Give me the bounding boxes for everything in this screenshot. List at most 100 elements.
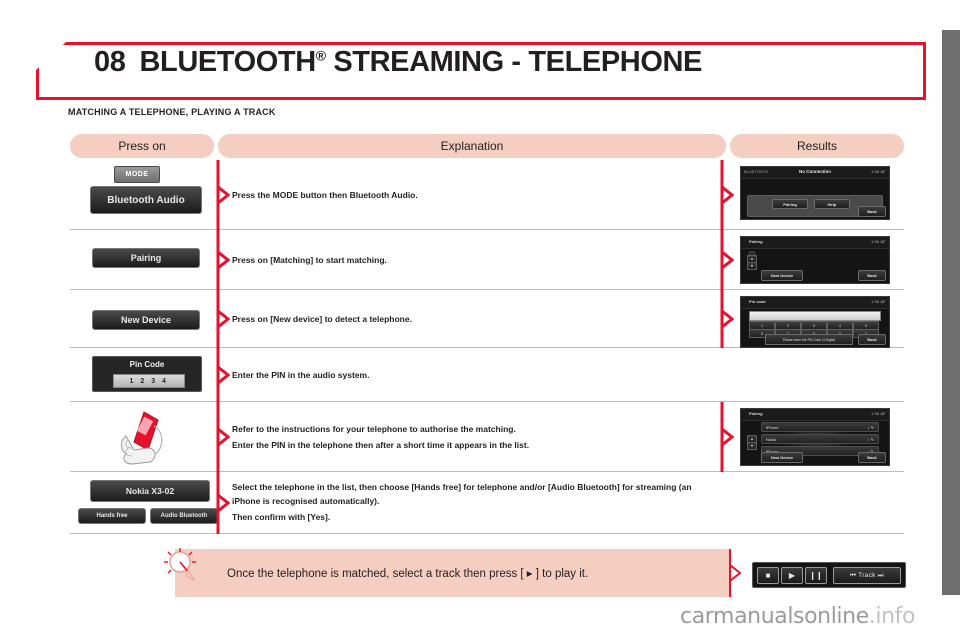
stop-icon[interactable]: ■	[757, 567, 779, 584]
scroll-down-icon[interactable]: ▼	[747, 262, 757, 270]
pin-code-hint: Please enter the Pin Code (4 Digits)	[765, 334, 853, 345]
results-cell: Pairing 1:35 18° iPhone ♪ ✎ Nokia ♪ ✎ iP…	[730, 402, 904, 471]
page-edge-rail	[942, 30, 960, 595]
screen-new-device-button[interactable]: New Device	[761, 270, 803, 281]
press-on-cell	[70, 402, 218, 471]
screen-clock: 1:35 18°	[871, 169, 886, 174]
device-action-icons[interactable]: ♪ ✎	[868, 437, 874, 442]
screen-pairing-button[interactable]: Pairing	[772, 199, 808, 209]
screen-status-bar: BLUETOOTH No Connection 1:35 18°	[741, 167, 889, 179]
result-screen: BLUETOOTH No Connection 1:35 18° Pairing…	[740, 166, 890, 220]
screen-back-button[interactable]: Back	[858, 206, 886, 217]
lightbulb-icon	[160, 546, 202, 584]
screen-clock: 1:35 18°	[871, 411, 886, 416]
tip-note: Once the telephone is matched, select a …	[175, 549, 730, 597]
registered-icon: ®	[315, 47, 326, 64]
results-cell	[730, 348, 904, 401]
screen-status-bar: Pairing 1:35 18°	[741, 237, 889, 249]
manual-page: 08 BLUETOOTH® STREAMING - TELEPHONE MATCH…	[0, 0, 942, 640]
screen-title: Pin code	[749, 299, 766, 304]
results-cell: Pairing 1:35 18° ▲ ▼ New Device Back	[730, 230, 904, 289]
screen-title: Pairing	[749, 239, 763, 244]
explanation-text-line2: Enter the PIN in the telephone then afte…	[232, 440, 530, 450]
page-title: 08 BLUETOOTH® STREAMING - TELEPHONE	[94, 46, 702, 79]
procedure-table: MODE Bluetooth Audio Press the MODE butt…	[70, 160, 904, 534]
press-on-cell: New Device	[70, 290, 218, 347]
table-row: Nokia X3-02 Hands free Audio Bluetooth S…	[70, 472, 904, 534]
screen-help-button[interactable]: Help	[814, 199, 850, 209]
explanation-cell: Press on [New device] to detect a teleph…	[218, 290, 730, 347]
column-header-press-on: Press on	[70, 134, 214, 158]
result-screen: Pairing 1:35 18° iPhone ♪ ✎ Nokia ♪ ✎ iP…	[740, 408, 890, 466]
explanation-text-line2: Then confirm with [Yes].	[232, 512, 331, 522]
page-header: 08 BLUETOOTH® STREAMING - TELEPHONE	[36, 42, 926, 100]
screen-clock: 1:35 18°	[871, 239, 886, 244]
explanation-text: Press the MODE button then Bluetooth Aud…	[232, 189, 418, 200]
table-row: MODE Bluetooth Audio Press the MODE butt…	[70, 160, 904, 230]
pause-icon[interactable]: ❙❙	[805, 567, 827, 584]
device-button-nokia[interactable]: Nokia X3-02	[90, 480, 210, 502]
results-cell: Pin code 1:35 18° 1 2 3 4 5 6 7 8 9 0 Pl…	[730, 290, 904, 348]
device-list-item[interactable]: iPhone ♪ ✎	[761, 422, 879, 432]
explanation-cell: Press the MODE button then Bluetooth Aud…	[218, 160, 730, 229]
pairing-button[interactable]: Pairing	[92, 248, 200, 268]
press-on-cell: Pin Code 1 2 3 4	[70, 348, 218, 401]
title-main: BLUETOOTH	[139, 46, 316, 78]
bluetooth-audio-button[interactable]: Bluetooth Audio	[90, 186, 202, 214]
column-header-results: Results	[730, 134, 904, 158]
press-on-cell: MODE Bluetooth Audio	[70, 160, 218, 229]
table-row: Refer to the instructions for your telep…	[70, 402, 904, 472]
audio-bluetooth-button[interactable]: Audio Bluetooth	[150, 508, 218, 524]
table-row: Pin Code 1 2 3 4 Enter the PIN in the au…	[70, 348, 904, 402]
device-name: iPhone	[766, 424, 779, 430]
result-screen: Pin code 1:35 18° 1 2 3 4 5 6 7 8 9 0 Pl…	[740, 296, 890, 348]
device-action-icons[interactable]: ♪ ✎	[868, 425, 874, 430]
watermark-suffix: .info	[868, 604, 916, 629]
new-device-button[interactable]: New Device	[92, 310, 200, 330]
hand-holding-phone-icon	[114, 406, 174, 468]
play-icon[interactable]: ▶	[781, 567, 803, 584]
explanation-cell: Press on [Matching] to start matching.	[218, 230, 730, 289]
track-selector[interactable]: ⏮ Track ⏭	[833, 567, 901, 584]
table-row: New Device Press on [New device] to dete…	[70, 290, 904, 348]
title-rest: STREAMING - TELEPHONE	[325, 46, 702, 78]
chevron-right-icon	[728, 549, 742, 597]
press-on-cell: Nokia X3-02 Hands free Audio Bluetooth	[70, 472, 218, 533]
device-list-item[interactable]: Nokia ♪ ✎	[761, 434, 879, 444]
scroll-down-icon[interactable]: ▼	[747, 442, 757, 450]
tip-note-text: Once the telephone is matched, select a …	[227, 568, 589, 580]
watermark: carmanualsonline.info	[680, 604, 915, 629]
section-subtitle: MATCHING A TELEPHONE, PLAYING A TRACK	[68, 107, 276, 117]
chapter-number: 08	[94, 46, 126, 78]
result-screen: Pairing 1:35 18° ▲ ▼ New Device Back	[740, 236, 890, 284]
explanation-text: Enter the PIN in the audio system.	[232, 369, 370, 380]
hands-free-button[interactable]: Hands free	[78, 508, 146, 524]
column-header-explanation: Explanation	[218, 134, 726, 158]
screen-status-bar: Pairing 1:35 18°	[741, 409, 889, 421]
screen-back-button[interactable]: Back	[858, 334, 886, 345]
explanation-cell: Refer to the instructions for your telep…	[218, 402, 730, 471]
explanation-text-line1: Select the telephone in the list, then c…	[232, 482, 692, 506]
screen-new-device-button[interactable]: New Device	[761, 452, 803, 463]
screen-clock: 1:35 18°	[871, 299, 886, 304]
results-cell: BLUETOOTH No Connection 1:35 18° Pairing…	[730, 160, 904, 229]
pin-code-label: Pin Code	[129, 360, 165, 369]
explanation-cell: Enter the PIN in the audio system.	[218, 348, 730, 401]
screen-status-bar: Pin code 1:35 18°	[741, 297, 889, 309]
screen-back-button[interactable]: Back	[858, 452, 886, 463]
explanation-text: Press on [New device] to detect a teleph…	[232, 313, 412, 324]
screen-title: No Connection	[799, 169, 831, 174]
mode-button[interactable]: MODE	[114, 166, 160, 183]
explanation-cell: Select the telephone in the list, then c…	[218, 472, 730, 533]
pin-entry-field[interactable]	[749, 311, 881, 321]
pin-code-value: 1 2 3 4	[113, 374, 185, 388]
press-on-cell: Pairing	[70, 230, 218, 289]
explanation-text: Press on [Matching] to start matching.	[232, 254, 387, 265]
media-controls-bar: ■ ▶ ❙❙ ⏮ Track ⏭	[752, 562, 906, 588]
pin-code-widget[interactable]: Pin Code 1 2 3 4	[92, 356, 202, 392]
results-cell	[730, 472, 904, 533]
screen-title: Pairing	[749, 411, 763, 416]
screen-back-button[interactable]: Back	[858, 270, 886, 281]
device-name: Nokia	[766, 436, 777, 442]
explanation-text-line1: Refer to the instructions for your telep…	[232, 424, 516, 434]
